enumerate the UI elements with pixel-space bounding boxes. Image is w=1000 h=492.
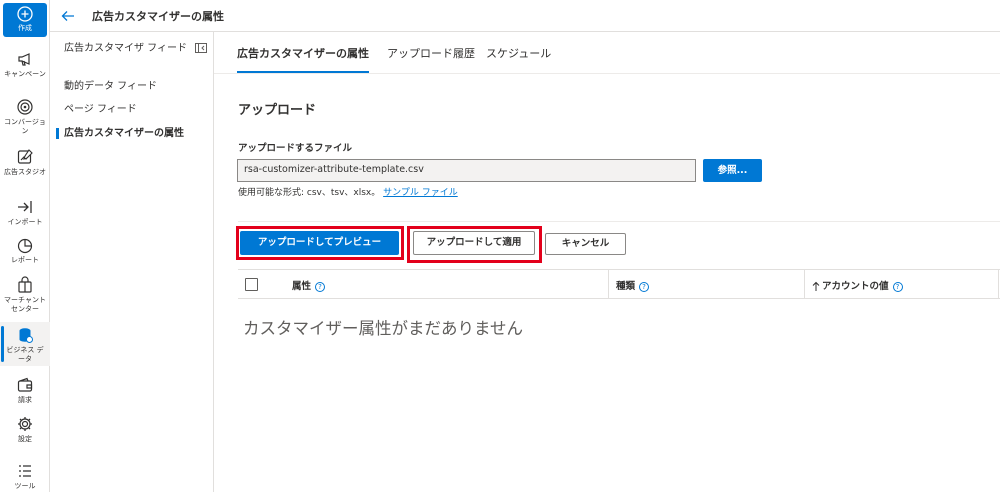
rail-item-ad-studio[interactable]: 広告スタジオ: [0, 148, 50, 177]
column-label: 種類: [616, 281, 636, 292]
create-button[interactable]: 作成: [3, 3, 47, 37]
column-account-value[interactable]: アカウントの値?: [812, 278, 903, 292]
tab-schedule[interactable]: スケジュール: [486, 45, 551, 61]
collapse-panel-icon[interactable]: [195, 43, 207, 53]
rail-item-label: マーチャント センター: [4, 296, 46, 313]
ad-studio-icon: [17, 149, 33, 164]
rail-item-label: 広告スタジオ: [4, 168, 46, 176]
subnav-item-ad-customizer-feed[interactable]: 広告カスタマイザ フィード: [64, 42, 194, 55]
plus-circle-icon: [17, 6, 33, 22]
shopping-bag-icon: [18, 276, 32, 293]
rail-item-tools[interactable]: ツール: [0, 462, 50, 491]
help-icon[interactable]: ?: [892, 281, 903, 292]
rail-item-label: 設定: [18, 435, 32, 443]
section-divider: [238, 221, 1000, 222]
tab-customizer-attributes[interactable]: 広告カスタマイザーの属性: [237, 45, 369, 73]
column-attribute[interactable]: 属性?: [292, 278, 326, 292]
column-label: アカウントの値: [822, 281, 889, 292]
database-icon: [19, 328, 33, 343]
rail-item-merchant-center[interactable]: マーチャント センター: [0, 276, 50, 314]
browse-button[interactable]: 参照...: [703, 159, 762, 182]
rail-item-label: インポート: [7, 218, 43, 226]
column-separator: [804, 270, 805, 298]
highlight-box-apply: [407, 226, 542, 263]
file-path-field[interactable]: rsa-customizer-attribute-template.csv: [237, 159, 696, 182]
target-icon: [17, 99, 33, 115]
sort-up-arrow-icon: [812, 281, 820, 291]
help-icon[interactable]: ?: [639, 281, 650, 292]
help-icon[interactable]: ?: [315, 281, 326, 292]
report-icon: [17, 238, 33, 254]
table-header: 属性? 種類? アカウントの値?: [238, 269, 1000, 299]
rail-item-label: キャンペーン: [4, 70, 46, 78]
megaphone-icon: [18, 53, 30, 66]
tools-icon: [19, 465, 31, 477]
back-arrow-icon[interactable]: [60, 8, 76, 24]
empty-state-message: カスタマイザー属性がまだありません: [243, 319, 524, 338]
rail-item-conversions[interactable]: コンバージョン: [0, 98, 50, 136]
highlight-box-preview: [236, 226, 404, 260]
wallet-icon: [17, 377, 33, 392]
import-icon: [18, 201, 32, 213]
secondary-nav: 広告カスタマイザ フィード 動的データ フィード ページ フィード 広告カスタマ…: [50, 32, 214, 492]
sample-file-link[interactable]: サンプル ファイル: [383, 188, 458, 198]
rail-item-campaigns[interactable]: キャンペーン: [0, 50, 50, 79]
file-label: アップロードするファイル: [238, 143, 353, 154]
rail-item-reports[interactable]: レポート: [0, 236, 50, 265]
rail-item-label: ツール: [14, 482, 36, 490]
column-separator: [998, 270, 999, 298]
subnav-item-customizer-attributes[interactable]: 広告カスタマイザーの属性: [56, 127, 194, 140]
column-separator: [608, 270, 609, 298]
rail-item-label: レポート: [11, 256, 39, 264]
format-note-text: 使用可能な形式: csv、tsv、xlsx。: [238, 188, 381, 198]
create-label: 作成: [18, 24, 32, 32]
rail-item-business-data[interactable]: ビジネス データ: [0, 322, 50, 366]
page-title: 広告カスタマイザーの属性: [92, 10, 224, 23]
top-bar: 広告カスタマイザーの属性: [50, 0, 1000, 32]
tab-bar: 広告カスタマイザーの属性 アップロード履歴 スケジュール: [214, 32, 1000, 74]
rail-item-import[interactable]: インポート: [0, 198, 50, 227]
rail-item-label: 請求: [18, 396, 32, 404]
column-label: 属性: [292, 281, 312, 292]
app-window: 作成 キャンペーン コンバージョン 広告スタジオ インポート レポート マーチャ…: [0, 0, 1000, 492]
subnav-item-dynamic-data-feed[interactable]: 動的データ フィード: [64, 80, 194, 93]
format-note: 使用可能な形式: csv、tsv、xlsx。 サンプル ファイル: [238, 185, 458, 198]
tab-upload-history[interactable]: アップロード履歴: [387, 45, 475, 61]
rail-item-label: コンバージョン: [4, 118, 46, 135]
rail-item-settings[interactable]: 設定: [0, 415, 50, 444]
left-rail: 作成 キャンペーン コンバージョン 広告スタジオ インポート レポート マーチャ…: [0, 0, 50, 492]
upload-section-title: アップロード: [238, 103, 317, 118]
rail-item-label: ビジネス データ: [6, 346, 44, 363]
select-all-checkbox[interactable]: [245, 278, 258, 291]
main-content: 広告カスタマイザーの属性 アップロード履歴 スケジュール アップロード アップロ…: [214, 32, 1000, 492]
rail-item-billing[interactable]: 請求: [0, 376, 50, 405]
cancel-button[interactable]: キャンセル: [545, 233, 626, 255]
gear-icon: [18, 417, 32, 431]
column-type[interactable]: 種類?: [616, 278, 650, 292]
subnav-item-page-feed[interactable]: ページ フィード: [64, 103, 194, 116]
